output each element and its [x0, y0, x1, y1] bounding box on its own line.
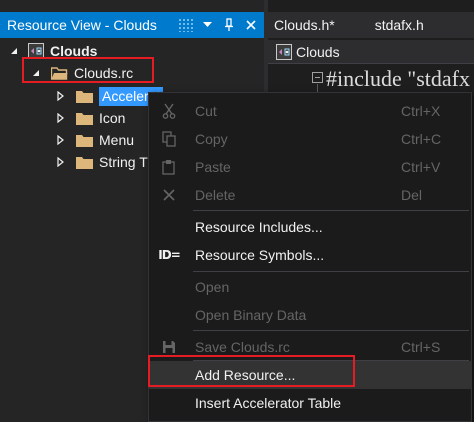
menu-item-shortcut: Ctrl+C: [401, 131, 442, 147]
paste-icon: [159, 157, 179, 177]
pin-icon[interactable]: [220, 15, 238, 35]
menu-item-shortcut: Ctrl+X: [401, 103, 441, 119]
navigation-bar[interactable]: Clouds: [268, 40, 474, 64]
folder-icon: [76, 156, 93, 169]
menu-item-insert-accelerator-table[interactable]: Insert Accelerator Table: [149, 389, 471, 417]
tree-item-menu[interactable]: Menu: [54, 129, 134, 151]
expand-arrow-icon[interactable]: [54, 156, 66, 168]
menu-item-copy[interactable]: Copy Ctrl+C: [149, 125, 471, 153]
menu-item-resource-symbols[interactable]: ID= Resource Symbols...: [149, 241, 471, 269]
resource-view-title: Resource View - Clouds: [7, 17, 157, 33]
menu-item-resource-includes[interactable]: Resource Includes...: [149, 213, 471, 241]
tab-stdafx-h[interactable]: stdafx.h: [345, 17, 434, 33]
expand-arrow-icon[interactable]: [54, 134, 66, 146]
menu-item-cut[interactable]: Cut Ctrl+X: [149, 97, 471, 125]
tree-item-accelerator[interactable]: Accelerat: [54, 85, 164, 107]
drag-grip-icon[interactable]: [178, 18, 194, 32]
nav-project-label: Clouds: [296, 43, 340, 60]
folder-icon: [76, 90, 93, 103]
save-icon: [159, 337, 179, 357]
menu-item-label: Save Clouds.rc: [195, 339, 290, 355]
menu-item-label: Open Binary Data: [195, 307, 307, 323]
copy-icon: [159, 129, 179, 149]
close-icon[interactable]: [242, 15, 260, 35]
folder-icon: [76, 134, 93, 147]
rc-file-highlight-box: [22, 57, 154, 83]
add-resource-highlight-box: [148, 355, 355, 387]
menu-item-label: Delete: [195, 187, 236, 203]
cut-icon: [159, 101, 179, 121]
document-tabs: Clouds.h* stdafx.h: [268, 12, 474, 38]
menu-item-label: Open: [195, 279, 230, 295]
delete-icon: [159, 185, 179, 205]
menu-item-open[interactable]: Open: [149, 273, 471, 301]
menu-item-shortcut: Ctrl+V: [401, 159, 441, 175]
outline-collapse-icon[interactable]: [312, 72, 323, 83]
tree-item-string-table[interactable]: String T: [54, 151, 148, 173]
menu-item-label: Paste: [195, 159, 231, 175]
menu-item-label: Cut: [195, 103, 217, 119]
menu-folder-label: Menu: [99, 132, 135, 148]
icon-folder-label: Icon: [99, 110, 126, 126]
menu-item-label: Resource Includes...: [195, 219, 323, 235]
expand-arrow-icon[interactable]: [54, 112, 66, 124]
menu-item-label: Copy: [195, 131, 228, 147]
menu-item-shortcut: Ctrl+S: [401, 339, 441, 355]
menu-item-delete[interactable]: Delete Del: [149, 181, 471, 209]
tree-item-icon[interactable]: Icon: [54, 107, 125, 129]
string-table-label: String T: [99, 154, 148, 170]
folder-icon: [76, 112, 93, 125]
tab-clouds-h[interactable]: Clouds.h*: [268, 17, 345, 33]
expand-arrow-icon[interactable]: [54, 90, 66, 102]
resource-symbols-icon: ID=: [158, 248, 180, 262]
menu-item-paste[interactable]: Paste Ctrl+V: [149, 153, 471, 181]
menu-item-label: Insert Accelerator Table: [195, 395, 342, 411]
menu-item-shortcut: Del: [401, 187, 423, 203]
resource-view-header: Resource View - Clouds: [0, 12, 264, 38]
menu-separator: [193, 210, 469, 211]
dropdown-arrow-icon[interactable]: [198, 15, 216, 35]
menu-separator: [193, 271, 469, 272]
menu-separator: [193, 330, 469, 331]
project-icon: [276, 43, 292, 60]
code-line-include[interactable]: #include "stdafx: [326, 66, 470, 92]
menu-item-open-binary-data[interactable]: Open Binary Data: [149, 301, 471, 329]
collapse-arrow-icon[interactable]: [8, 45, 20, 57]
menu-item-label: Resource Symbols...: [195, 247, 325, 263]
